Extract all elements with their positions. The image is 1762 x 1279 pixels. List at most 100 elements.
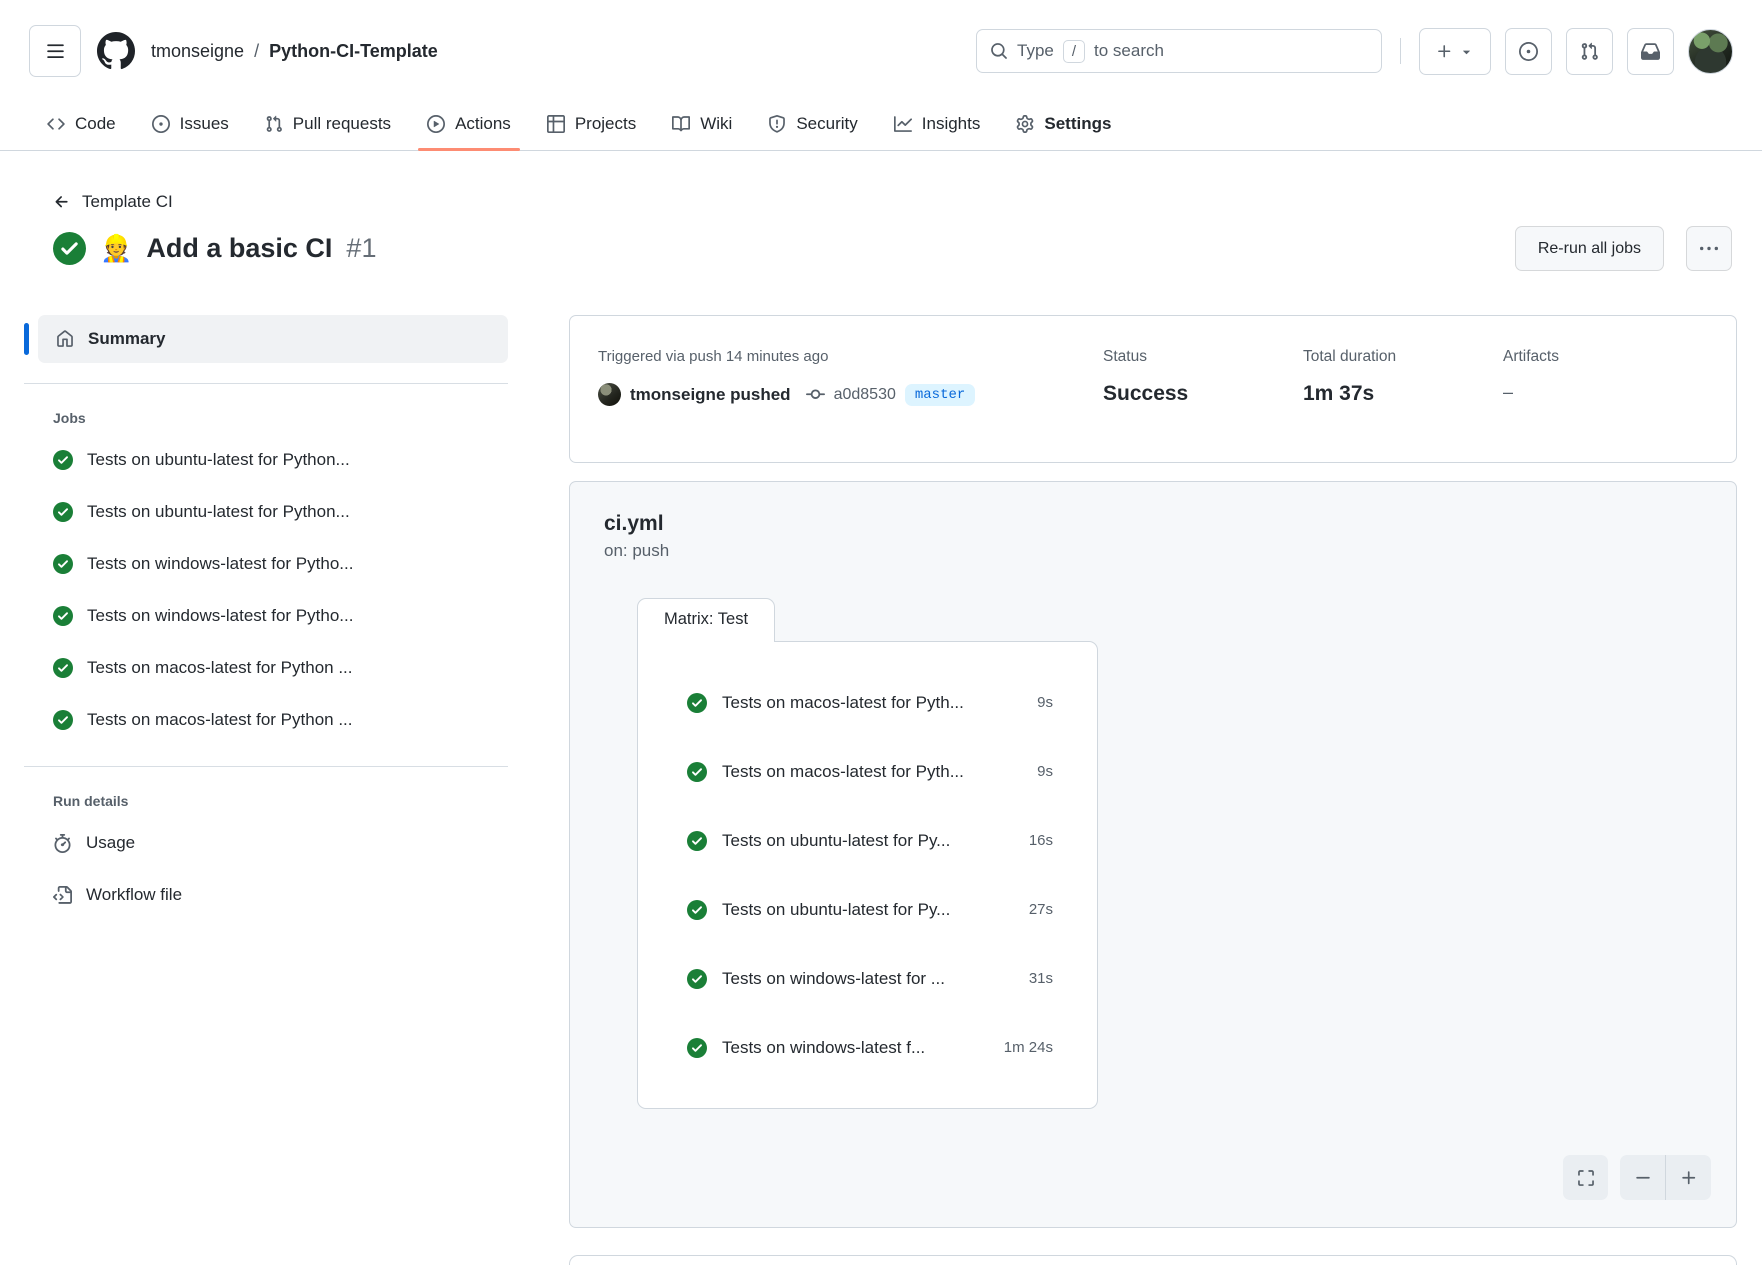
run-options-kebab-button[interactable] bbox=[1686, 226, 1732, 271]
tab-wiki-label: Wiki bbox=[700, 114, 732, 134]
git-pull-request-icon bbox=[265, 115, 283, 133]
graph-job-duration: 27s bbox=[1029, 901, 1053, 918]
graph-job-label: Tests on macos-latest for Pyth... bbox=[722, 693, 964, 713]
jobs-section-header: Jobs bbox=[24, 404, 508, 434]
success-check-icon bbox=[53, 232, 86, 265]
gear-icon bbox=[1016, 115, 1034, 133]
pull-requests-header-button[interactable] bbox=[1566, 28, 1613, 75]
branch-badge[interactable]: master bbox=[905, 384, 975, 406]
workflow-trigger: on: push bbox=[604, 541, 1702, 561]
graph-job-row[interactable]: Tests on ubuntu-latest for Py... 16s bbox=[638, 806, 1097, 875]
success-check-icon bbox=[687, 762, 707, 782]
graph-job-row[interactable]: Tests on windows-latest for ... 31s bbox=[638, 944, 1097, 1013]
success-check-icon bbox=[53, 450, 73, 470]
plus-icon bbox=[1680, 1169, 1698, 1187]
duration-column: Total duration 1m 37s bbox=[1303, 348, 1503, 430]
commit-sha-link[interactable]: a0d8530 bbox=[834, 386, 896, 404]
actor-pushed-label[interactable]: tmonseigne pushed bbox=[630, 385, 791, 405]
sidebar-job-item[interactable]: Tests on ubuntu-latest for Python... bbox=[24, 486, 508, 538]
sidebar-divider bbox=[24, 766, 508, 767]
graph-job-row[interactable]: Tests on windows-latest f... 1m 24s bbox=[638, 1013, 1097, 1082]
breadcrumb: tmonseigne / Python-CI-Template bbox=[151, 41, 438, 62]
tab-insights[interactable]: Insights bbox=[876, 97, 999, 151]
triangle-down-icon bbox=[1459, 44, 1474, 59]
graph-job-row[interactable]: Tests on macos-latest for Pyth... 9s bbox=[638, 737, 1097, 806]
success-check-icon bbox=[53, 554, 73, 574]
search-input[interactable]: Type / to search bbox=[976, 29, 1382, 73]
issues-header-button[interactable] bbox=[1505, 28, 1552, 75]
status-label: Status bbox=[1103, 348, 1303, 366]
selected-accent-bar bbox=[24, 323, 29, 355]
sidebar-job-item[interactable]: Tests on ubuntu-latest for Python... bbox=[24, 434, 508, 486]
tab-settings[interactable]: Settings bbox=[998, 97, 1129, 151]
page-head: Template CI 👷 Add a basic CI #1 Re-run a… bbox=[0, 151, 1762, 271]
tab-settings-label: Settings bbox=[1044, 114, 1111, 134]
sidebar-job-item[interactable]: Tests on macos-latest for Python ... bbox=[24, 642, 508, 694]
tab-projects[interactable]: Projects bbox=[529, 97, 654, 151]
minus-icon bbox=[1634, 1169, 1652, 1187]
tab-code[interactable]: Code bbox=[29, 97, 134, 151]
tab-issues[interactable]: Issues bbox=[134, 97, 247, 151]
zoom-in-button[interactable] bbox=[1666, 1155, 1711, 1200]
graph-job-duration: 9s bbox=[1037, 763, 1053, 780]
screen-full-icon bbox=[1577, 1169, 1595, 1187]
slash-key-hint: / bbox=[1063, 40, 1085, 63]
header-divider bbox=[1400, 38, 1401, 64]
zoom-out-button[interactable] bbox=[1620, 1155, 1665, 1200]
git-commit-icon bbox=[806, 385, 825, 404]
success-check-icon bbox=[687, 831, 707, 851]
graph-job-label: Tests on ubuntu-latest for Py... bbox=[722, 900, 950, 920]
actor-avatar[interactable] bbox=[598, 383, 621, 406]
shield-icon bbox=[768, 115, 786, 133]
search-placeholder-prefix: Type bbox=[1017, 41, 1054, 61]
inbox-button[interactable] bbox=[1627, 28, 1674, 75]
tab-security[interactable]: Security bbox=[750, 97, 875, 151]
run-title: Add a basic CI bbox=[146, 233, 332, 264]
success-check-icon bbox=[53, 502, 73, 522]
graph-job-label: Tests on windows-latest f... bbox=[722, 1038, 925, 1058]
user-avatar[interactable] bbox=[1688, 29, 1733, 74]
tab-pull-requests-label: Pull requests bbox=[293, 114, 391, 134]
sidebar-item-summary[interactable]: Summary bbox=[38, 315, 508, 363]
sidebar-item-workflow-file[interactable]: Workflow file bbox=[24, 869, 508, 921]
header-actions: Type / to search bbox=[976, 28, 1733, 75]
artifacts-value: – bbox=[1503, 382, 1708, 403]
global-header: tmonseigne / Python-CI-Template Type / t… bbox=[0, 0, 1762, 97]
sidebar-job-item[interactable]: Tests on windows-latest for Pytho... bbox=[24, 590, 508, 642]
workflow-graph-card: ci.yml on: push Matrix: Test Tests on ma… bbox=[569, 481, 1737, 1228]
job-label: Tests on ubuntu-latest for Python... bbox=[87, 450, 350, 470]
success-check-icon bbox=[53, 710, 73, 730]
hamburger-menu-button[interactable] bbox=[29, 25, 81, 77]
artifacts-column: Artifacts – bbox=[1503, 348, 1708, 430]
zoom-button-group bbox=[1620, 1155, 1711, 1200]
job-label: Tests on macos-latest for Python ... bbox=[87, 710, 353, 730]
tab-pull-requests[interactable]: Pull requests bbox=[247, 97, 409, 151]
play-icon bbox=[427, 115, 445, 133]
plus-icon bbox=[1436, 43, 1453, 60]
rerun-all-jobs-button[interactable]: Re-run all jobs bbox=[1515, 226, 1664, 271]
sidebar-job-item[interactable]: Tests on macos-latest for Python ... bbox=[24, 694, 508, 746]
sidebar-job-item[interactable]: Tests on windows-latest for Pytho... bbox=[24, 538, 508, 590]
tab-actions[interactable]: Actions bbox=[409, 97, 529, 151]
graph-job-label: Tests on ubuntu-latest for Py... bbox=[722, 831, 950, 851]
fullscreen-button[interactable] bbox=[1563, 1155, 1608, 1200]
run-sidebar: Summary Jobs Tests on ubuntu-latest for … bbox=[24, 315, 508, 1265]
sidebar-item-usage[interactable]: Usage bbox=[24, 817, 508, 869]
create-new-button[interactable] bbox=[1419, 28, 1491, 75]
run-summary-card: Triggered via push 14 minutes ago tmonse… bbox=[569, 315, 1737, 463]
breadcrumb-repo[interactable]: Python-CI-Template bbox=[269, 41, 438, 62]
graph-job-row[interactable]: Tests on ubuntu-latest for Py... 27s bbox=[638, 875, 1097, 944]
job-label: Tests on windows-latest for Pytho... bbox=[87, 606, 353, 626]
github-logo[interactable] bbox=[97, 32, 135, 70]
matrix-group: Matrix: Test Tests on macos-latest for P… bbox=[637, 597, 1098, 1109]
tab-wiki[interactable]: Wiki bbox=[654, 97, 750, 151]
graph-job-row[interactable]: Tests on macos-latest for Pyth... 9s bbox=[638, 668, 1097, 737]
success-check-icon bbox=[687, 900, 707, 920]
matrix-test-tab[interactable]: Matrix: Test bbox=[637, 598, 775, 642]
breadcrumb-owner[interactable]: tmonseigne bbox=[151, 41, 244, 62]
job-label: Tests on ubuntu-latest for Python... bbox=[87, 502, 350, 522]
next-section-card-top bbox=[569, 1255, 1737, 1265]
sidebar-divider bbox=[24, 383, 508, 384]
inbox-icon bbox=[1641, 42, 1660, 61]
back-to-workflow-link[interactable]: Template CI bbox=[53, 192, 173, 212]
